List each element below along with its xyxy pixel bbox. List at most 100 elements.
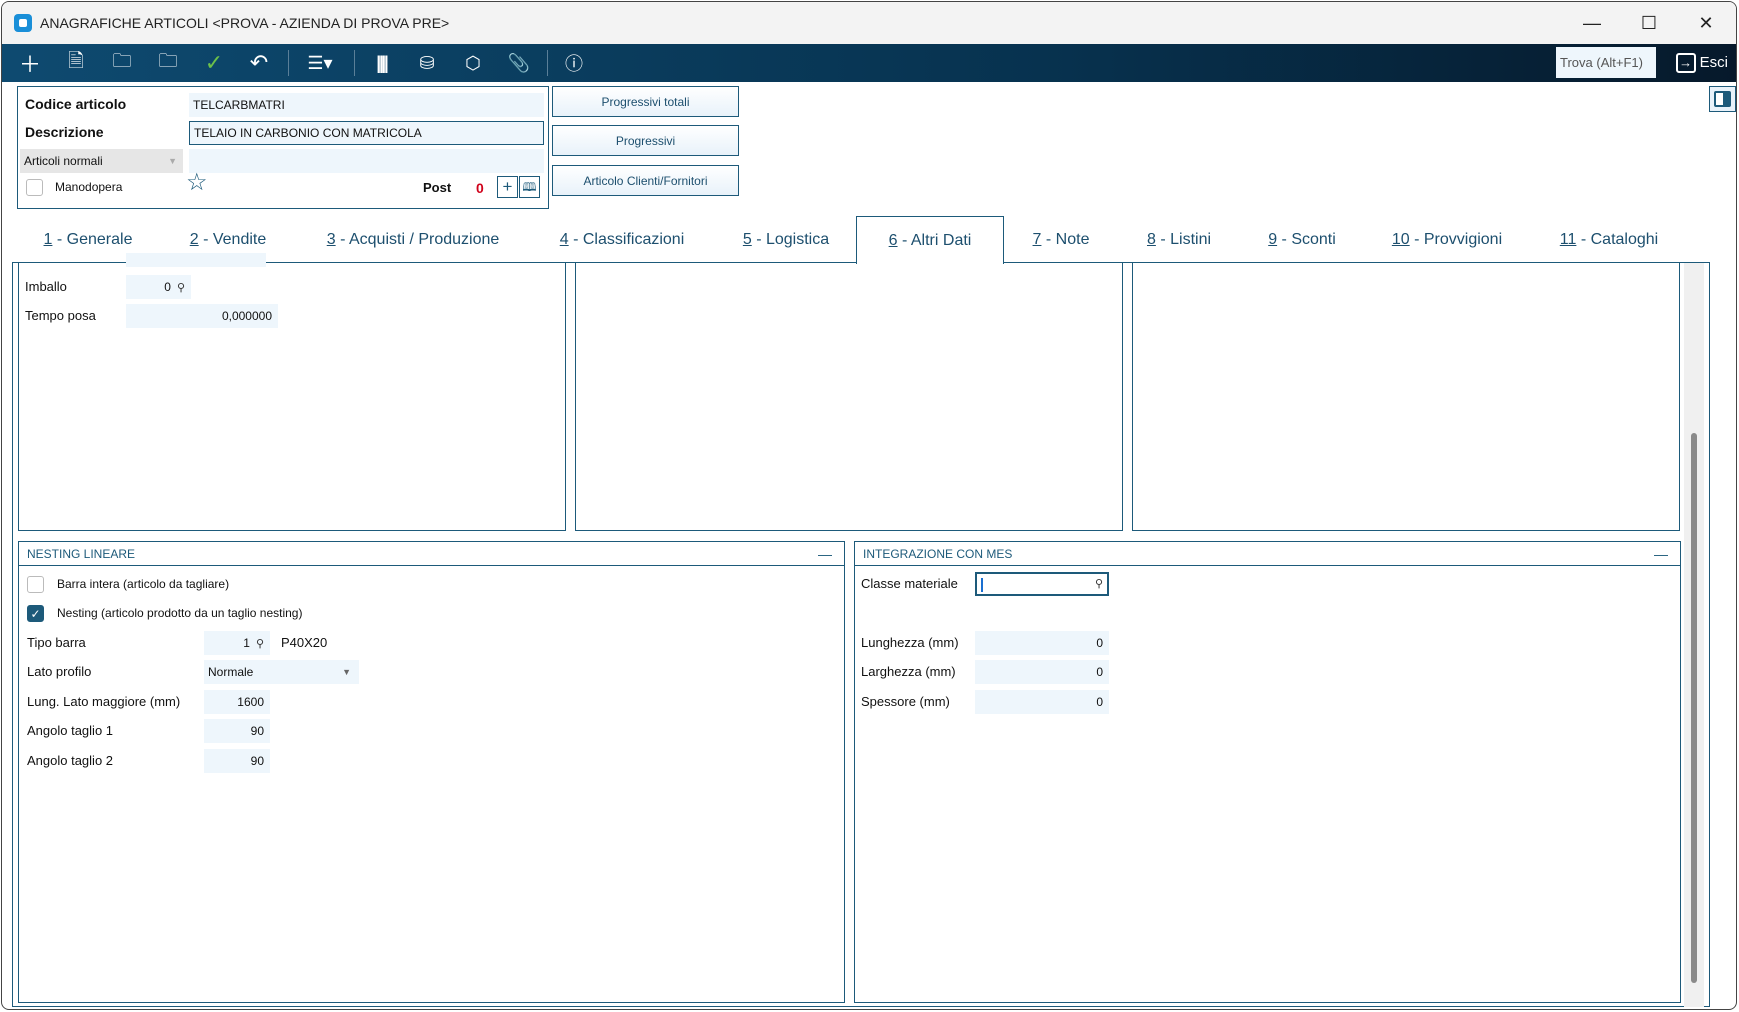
manodopera-checkbox[interactable]	[26, 179, 43, 196]
tab-sconti[interactable]: 9 - Sconti	[1268, 216, 1336, 263]
extra-field[interactable]	[189, 149, 544, 173]
tipo-barra-description: P40X20	[281, 635, 328, 650]
tab-label: - Generale	[52, 230, 133, 248]
tab-label: - Classificazioni	[568, 230, 685, 248]
title-bar: ANAGRAFICHE ARTICOLI <PROVA - AZIENDA DI…	[2, 2, 1736, 44]
maximize-button[interactable]: ☐	[1621, 2, 1677, 44]
barra-intera-label: Barra intera (articolo da tagliare)	[57, 577, 230, 591]
tab-classificazioni[interactable]: 4 - Classificazioni	[560, 216, 685, 263]
lung-lato-label: Lung. Lato maggiore (mm)	[27, 694, 181, 709]
tab-generale[interactable]: 1 - Generale	[44, 216, 133, 263]
barcode-icon[interactable]: ||||||	[363, 48, 399, 78]
code-field[interactable]: TELCARBMATRI	[189, 93, 544, 117]
help-icon[interactable]: ⓘ	[556, 48, 592, 78]
tab-label: - Note	[1041, 230, 1090, 248]
tipo-barra-field[interactable]: 1 ⚲	[204, 631, 270, 655]
lato-profilo-label: Lato profilo	[27, 664, 92, 679]
tab-number: 11	[1559, 230, 1577, 248]
tab-provvigioni[interactable]: 10 - Provvigioni	[1392, 216, 1502, 263]
tempo-posa-field[interactable]: 0,000000	[126, 304, 278, 328]
nesting-lineare-panel: NESTING LINEARE — Barra intera (articolo …	[18, 541, 845, 1003]
search-icon[interactable]: ⚲	[1095, 574, 1103, 594]
scrollbar-thumb[interactable]	[1691, 433, 1697, 983]
post-label: Post	[423, 180, 452, 195]
chevron-down-icon: ▼	[168, 156, 177, 166]
tab-logistica[interactable]: 5 - Logistica	[743, 216, 829, 263]
progressivi-button[interactable]: Progressivi	[552, 125, 739, 156]
add-post-button[interactable]: +	[497, 176, 518, 198]
chevron-down-icon: ▼	[342, 667, 351, 677]
article-header: Codice articolo TELCARBMATRI Descrizione…	[17, 86, 549, 209]
larghezza-field[interactable]: 0	[975, 660, 1109, 684]
clienti-fornitori-button[interactable]: Articolo Clienti/Fornitori	[552, 165, 739, 196]
imballo-value: 0	[164, 280, 171, 294]
close-button[interactable]: ✕	[1678, 2, 1734, 44]
tab-number: 10	[1391, 230, 1410, 248]
tab-cataloghi[interactable]: 11 - Cataloghi	[1560, 216, 1658, 263]
integrazione-mes-panel: INTEGRAZIONE CON MES — Classe materiale ⚲…	[854, 541, 1681, 1003]
nesting-checkbox[interactable]: ✓	[27, 605, 44, 622]
tab-number: 5	[742, 230, 752, 248]
favorite-star-icon[interactable]: ☆	[186, 171, 208, 195]
search-icon[interactable]: ⚲	[177, 282, 185, 294]
article-type-value: Articoli normali	[24, 154, 103, 168]
spessore-field[interactable]: 0	[975, 690, 1109, 714]
exit-label: Esci	[1699, 54, 1728, 71]
lato-profilo-select[interactable]: Normale ▼	[204, 660, 359, 684]
empty-panel	[1132, 263, 1680, 531]
progressivi-totali-button[interactable]: Progressivi totali	[552, 86, 739, 117]
app-window: ANAGRAFICHE ARTICOLI <PROVA - AZIENDA DI…	[1, 1, 1737, 1010]
tab-number: 9	[1268, 230, 1278, 248]
vertical-scrollbar[interactable]	[1684, 263, 1704, 1007]
tab-acquistiproduzione[interactable]: 3 - Acquisti / Produzione	[327, 216, 500, 263]
angolo-2-field[interactable]: 90	[204, 749, 270, 773]
angolo-1-field[interactable]: 90	[204, 719, 270, 743]
mes-title: INTEGRAZIONE CON MES	[863, 547, 1013, 561]
folder-clock-icon[interactable]: 🗀	[150, 48, 186, 78]
lunghezza-field[interactable]: 0	[975, 631, 1109, 655]
tab-number: 3	[326, 230, 336, 248]
menu-icon[interactable]: ☰▾	[302, 48, 338, 78]
tab-label: - Vendite	[198, 230, 267, 248]
basket-icon[interactable]: ⛁	[409, 48, 445, 78]
text-cursor	[981, 577, 983, 592]
side-panel-toggle-icon[interactable]	[1709, 86, 1736, 112]
article-type-select[interactable]: Articoli normali ▼	[20, 149, 183, 173]
check-icon[interactable]: ✓	[196, 48, 232, 78]
plus-icon[interactable]: ＋	[12, 48, 48, 78]
code-label: Codice articolo	[25, 96, 127, 112]
manodopera-label: Manodopera	[55, 180, 123, 194]
tab-label: - Sconti	[1277, 230, 1336, 248]
package-icon[interactable]: ⬡	[455, 48, 491, 78]
folder-open-icon[interactable]: 🗀	[104, 48, 140, 78]
lung-lato-field[interactable]: 1600	[204, 690, 270, 714]
tab-number: 7	[1032, 230, 1042, 248]
empty-panel	[575, 263, 1123, 531]
classe-materiale-input[interactable]: ⚲	[975, 572, 1109, 596]
imballo-field[interactable]: 0 ⚲	[126, 275, 191, 299]
mes-header: INTEGRAZIONE CON MES —	[855, 542, 1680, 566]
undo-icon[interactable]: ↶	[241, 48, 277, 78]
barra-intera-checkbox[interactable]	[27, 576, 44, 593]
tipo-barra-value: 1	[243, 636, 250, 650]
clipped-field[interactable]	[126, 253, 266, 267]
imballo-label: Imballo	[25, 279, 67, 294]
exit-button[interactable]: → Esci	[1675, 47, 1728, 78]
description-label: Descrizione	[25, 124, 104, 140]
tab-label: - Cataloghi	[1576, 230, 1659, 248]
tab-note[interactable]: 7 - Note	[1033, 216, 1090, 263]
find-input[interactable]: Trova (Alt+F1)	[1556, 47, 1656, 78]
tab-label: - Acquisti / Produzione	[335, 230, 500, 248]
tab-altridati[interactable]: 6 - Altri Dati	[856, 216, 1004, 264]
description-field[interactable]: TELAIO IN CARBONIO CON MATRICOLA	[189, 121, 544, 145]
book-icon[interactable]: 🕮	[519, 176, 540, 198]
window-title: ANAGRAFICHE ARTICOLI <PROVA - AZIENDA DI…	[40, 15, 450, 31]
search-icon[interactable]: ⚲	[256, 638, 264, 650]
minimize-button[interactable]: —	[1564, 2, 1620, 44]
collapse-button[interactable]: —	[1654, 542, 1668, 566]
tab-listini[interactable]: 8 - Listini	[1147, 216, 1211, 263]
other-data-panel: Imballo 0 ⚲ Tempo posa 0,000000	[18, 253, 566, 531]
document-icon[interactable]: 🗎	[58, 48, 94, 78]
paperclip-icon[interactable]: 📎	[501, 48, 537, 78]
collapse-button[interactable]: —	[818, 542, 832, 566]
